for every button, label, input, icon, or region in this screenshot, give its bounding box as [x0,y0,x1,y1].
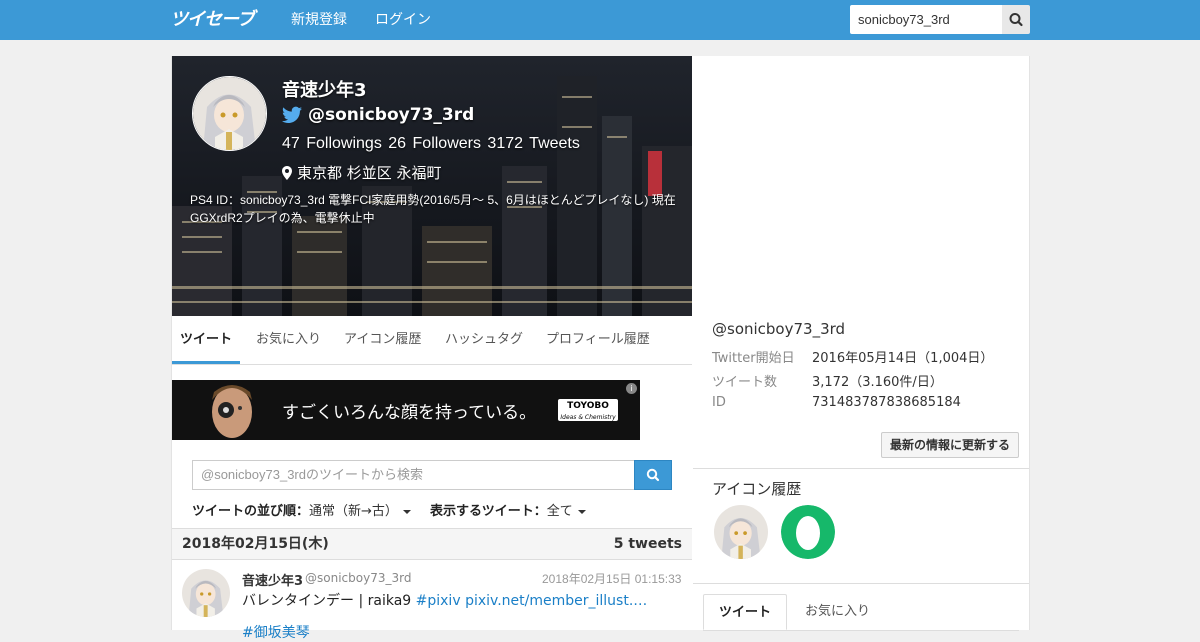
header-search-button[interactable] [1002,5,1030,34]
tweet-timestamp[interactable]: 2018年02月15日 01:15:33 [542,570,681,587]
tab-favorites[interactable]: お気に入り [256,316,321,364]
profile-bio: PS4 ID：sonicboy73_3rd 電撃FCI家庭用勢(2016/5月～… [190,193,676,225]
ad-brand-name: TOYOBO [567,401,609,411]
chevron-down-icon [402,509,411,514]
search-icon [646,468,660,482]
date-group-date[interactable]: 2018年02月15日(木) [182,529,329,559]
tweet-filter-value: 全て [546,504,573,519]
tab-tweets[interactable]: ツイート [172,316,241,364]
info-key: ID [712,395,726,410]
icon-history-item[interactable] [714,505,768,559]
info-key: Twitter開始日 [712,351,795,366]
chevron-down-icon [577,509,586,514]
info-value: 731483787838685184 [812,395,961,410]
tweet-avatar[interactable] [182,569,230,617]
icon-history-title: アイコン履歴 [712,480,802,498]
sort-order-dropdown[interactable]: ツイートの並び順：通常（新→古） [192,500,411,519]
update-info-button[interactable]: 最新の情報に更新する [881,432,1019,458]
nav-signup-link[interactable]: 新規登録 [291,0,347,40]
nav-login-link[interactable]: ログイン [375,0,431,40]
header-search-input[interactable]: sonicboy73_3rd [850,5,1002,34]
profile-avatar[interactable] [192,76,267,151]
tweet-hashtag-link[interactable]: #pixiv [416,593,461,609]
side-tab-tweets[interactable]: ツイート [703,594,788,630]
tweet-search-button[interactable] [634,460,672,490]
icon-history-item[interactable] [781,505,835,559]
search-icon [1009,13,1023,27]
profile-location: 東京都 杉並区 永福町 [297,164,442,182]
sort-order-label: ツイートの並び順： [192,504,310,519]
side-ad-space [693,56,1029,316]
tweet-filter-dropdown[interactable]: 表示するツイート：全て [430,500,586,519]
divider [693,468,1029,469]
tab-hashtags[interactable]: ハッシュタグ [445,316,523,364]
side-profile-handle: @sonicboy73_3rd [712,320,846,338]
tweet-author-name[interactable]: 音速少年3 [242,570,303,589]
tweet-hashtag-link[interactable]: #御坂美琴 [242,622,310,642]
profile-handle[interactable]: @sonicboy73_3rd [308,105,474,125]
date-group-count: 5 tweets [613,536,682,552]
profile-header: 音速少年3 @sonicboy73_3rd 47 Followings 26 F… [172,56,692,316]
ad-brand-logo: TOYOBO Ideas & Chemistry [558,399,618,421]
profile-stats: 47 Followings 26 Followers 3172 Tweets [282,135,580,152]
tab-icon-history[interactable]: アイコン履歴 [344,316,421,364]
ad-text: すごくいろんな顔を持っている。 [282,403,537,423]
ad-info-icon[interactable]: i [626,383,637,394]
tweet-text: バレンタインデー | raika9 #pixiv pixiv.net/membe… [242,590,682,610]
top-navbar: ツイセーブ 新規登録 ログイン sonicboy73_3rd [0,0,1200,40]
info-key: ツイート数 [712,375,778,390]
site-logo[interactable]: ツイセーブ [170,8,255,32]
profile-tabs: ツイート お気に入り アイコン履歴 ハッシュタグ プロフィール履歴 [172,316,692,365]
anime-avatar-image [714,505,768,559]
tab-profile-history[interactable]: プロフィール履歴 [546,316,650,364]
tweet-filter-label: 表示するツイート： [430,504,547,519]
side-tabs: ツイート お気に入り [703,594,1019,631]
info-value: 3,172（3.160件/日） [812,375,943,390]
default-egg-avatar-icon [781,505,835,559]
info-value: 2016年05月14日（1,004日） [812,351,994,366]
side-tab-favorites[interactable]: お気に入り [805,594,870,630]
date-group-header: 2018年02月15日(木) 5 tweets [172,528,692,560]
divider [693,583,1029,584]
profile-name: 音速少年3 [282,80,367,101]
tweet-author-handle[interactable]: @sonicboy73_3rd [305,571,411,585]
sort-order-value: 通常（新→古） [309,504,398,519]
tweet-body: バレンタインデー | raika9 [242,593,416,609]
tweet-url-link[interactable]: pixiv.net/member_illust.… [465,593,647,609]
tweet-search-input[interactable]: @sonicboy73_3rdのツイートから検索 [192,460,635,490]
twitter-bird-icon [282,106,302,123]
ad-face-image [202,380,262,440]
anime-avatar-image [182,569,230,617]
banner-ad[interactable]: すごくいろんな顔を持っている。 TOYOBO Ideas & Chemistry… [172,380,640,440]
anime-avatar-image [193,77,266,150]
map-marker-icon [282,166,292,180]
ad-brand-tagline: Ideas & Chemistry [560,414,616,421]
